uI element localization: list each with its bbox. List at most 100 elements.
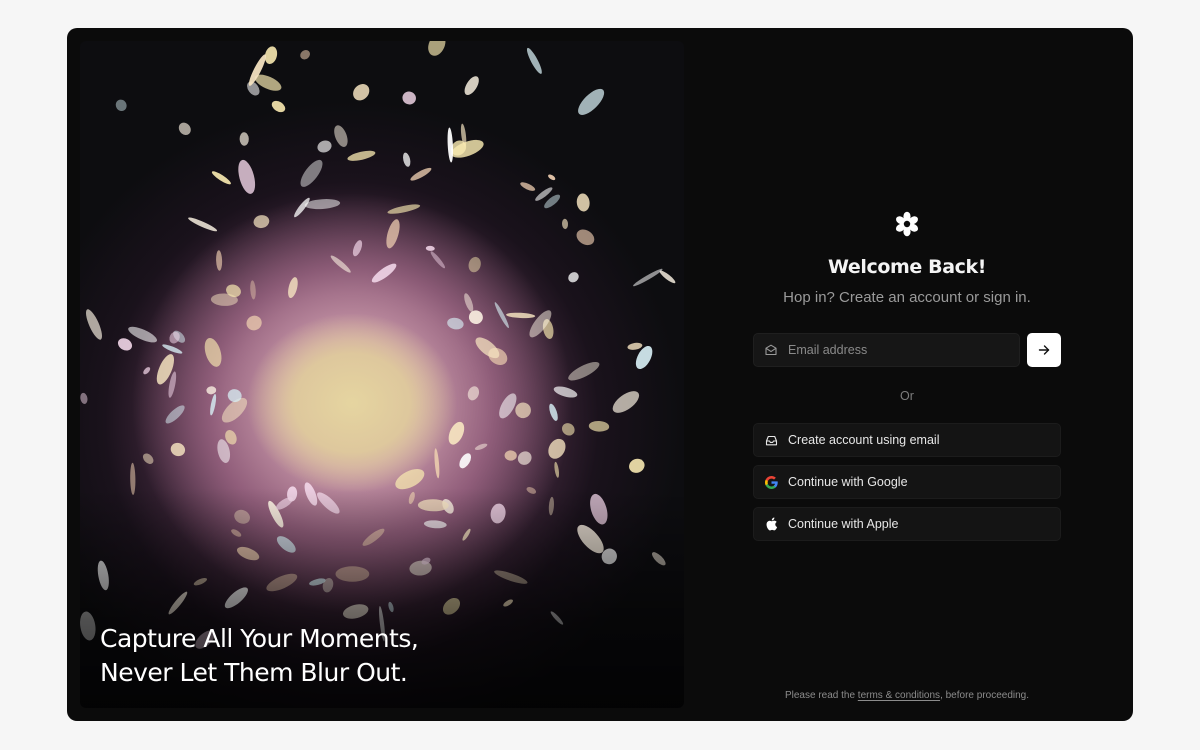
flower-gear-icon <box>895 211 919 237</box>
sparkle <box>520 182 536 191</box>
sparkle <box>162 344 183 354</box>
sparkle <box>499 393 517 419</box>
sparkle <box>515 402 531 419</box>
sparkle <box>568 272 579 283</box>
sparkle <box>386 219 400 249</box>
page-title: Welcome Back! <box>828 256 986 278</box>
sparkle <box>576 229 595 246</box>
sparkle <box>80 392 88 404</box>
sparkle <box>428 41 446 56</box>
sparkle <box>548 438 566 459</box>
sparkle <box>612 391 640 413</box>
submit-email-button[interactable] <box>1027 333 1061 367</box>
sparkle <box>117 338 133 351</box>
sparkle <box>387 204 421 214</box>
sparkle <box>554 461 560 478</box>
google-icon <box>764 475 778 489</box>
sparkle <box>246 315 262 331</box>
sparkle <box>371 263 397 283</box>
inbox-icon <box>764 434 778 447</box>
sparkle <box>627 342 643 350</box>
terms-prefix: Please read the <box>784 690 858 701</box>
sparkle <box>568 361 600 381</box>
sparkle <box>210 393 217 416</box>
create-account-email-button[interactable]: Create account using email <box>753 423 1061 457</box>
sparkle <box>464 293 474 312</box>
sparkle <box>142 453 154 464</box>
hero-image: Capture All Your Moments, Never Let Them… <box>80 41 684 708</box>
create-account-email-label: Create account using email <box>788 433 940 447</box>
sparkle <box>128 326 157 343</box>
sparkle <box>238 159 256 194</box>
envelope-icon <box>764 343 778 357</box>
sparkle <box>115 99 127 111</box>
sparkle <box>553 386 578 398</box>
sparkle <box>430 251 446 269</box>
email-input[interactable] <box>788 343 1019 357</box>
divider-or: Or <box>900 389 914 403</box>
apple-icon <box>764 517 778 531</box>
hero-tagline-line-1: Capture All Your Moments, <box>100 624 419 653</box>
sparkle <box>526 47 542 74</box>
sparkle <box>506 312 536 319</box>
sparkle <box>250 280 256 300</box>
sparkle <box>633 268 663 287</box>
sparkle <box>659 270 676 284</box>
sparkle <box>211 171 231 185</box>
sparkle <box>330 255 351 273</box>
sparkle <box>588 420 610 432</box>
sparkle <box>271 100 286 113</box>
sparkle <box>216 250 223 271</box>
terms-suffix: , before proceeding. <box>940 690 1030 701</box>
sparkle <box>562 423 575 436</box>
sparkle <box>204 337 222 367</box>
sparkle <box>239 132 249 146</box>
sparkle <box>629 458 645 473</box>
terms-link[interactable]: terms & conditions <box>858 690 940 701</box>
sparkle <box>170 442 186 457</box>
sparkle <box>300 49 310 60</box>
sparkle <box>347 150 376 161</box>
continue-apple-label: Continue with Apple <box>788 517 899 531</box>
sparkle <box>188 217 218 232</box>
sparkle <box>288 277 298 299</box>
sparkle <box>474 443 488 450</box>
hero-tagline-line-2: Never Let Them Blur Out. <box>100 658 408 687</box>
email-field-container <box>753 333 1020 367</box>
sparkle <box>548 174 556 181</box>
sparkle <box>300 159 323 187</box>
sparkle <box>447 317 464 330</box>
sparkle <box>352 240 363 257</box>
sparkle <box>468 310 483 325</box>
continue-apple-button[interactable]: Continue with Apple <box>753 507 1061 541</box>
terms-notice: Please read the terms & conditions, befo… <box>713 690 1101 701</box>
sparkle <box>165 405 185 424</box>
auth-panel: Welcome Back! Hop in? Create an account … <box>753 28 1061 721</box>
sparkle <box>464 76 479 96</box>
sparkle <box>447 127 454 163</box>
sparkle <box>549 403 558 421</box>
sparkle <box>448 421 465 445</box>
sparkle <box>576 193 590 212</box>
sparkle <box>504 450 517 461</box>
sparkle <box>353 84 370 101</box>
sparkle <box>143 367 151 375</box>
sparkle <box>410 167 432 181</box>
sparkle <box>85 309 103 340</box>
app-frame: Capture All Your Moments, Never Let Them… <box>67 28 1133 721</box>
sparkle <box>178 122 191 135</box>
sparkle <box>402 91 416 105</box>
sparkle <box>317 140 332 153</box>
sparkle <box>561 218 569 230</box>
sparkle <box>253 215 270 229</box>
sparkle <box>451 139 484 158</box>
arrow-right-icon <box>1038 345 1050 355</box>
sparkle <box>517 451 532 465</box>
sparkle <box>425 245 435 251</box>
sparkle <box>206 386 217 395</box>
sparkle <box>434 448 440 479</box>
sparkle <box>334 125 348 147</box>
continue-google-button[interactable]: Continue with Google <box>753 465 1061 499</box>
sparkle <box>403 152 411 167</box>
page-subtitle: Hop in? Create an account or sign in. <box>783 289 1031 306</box>
